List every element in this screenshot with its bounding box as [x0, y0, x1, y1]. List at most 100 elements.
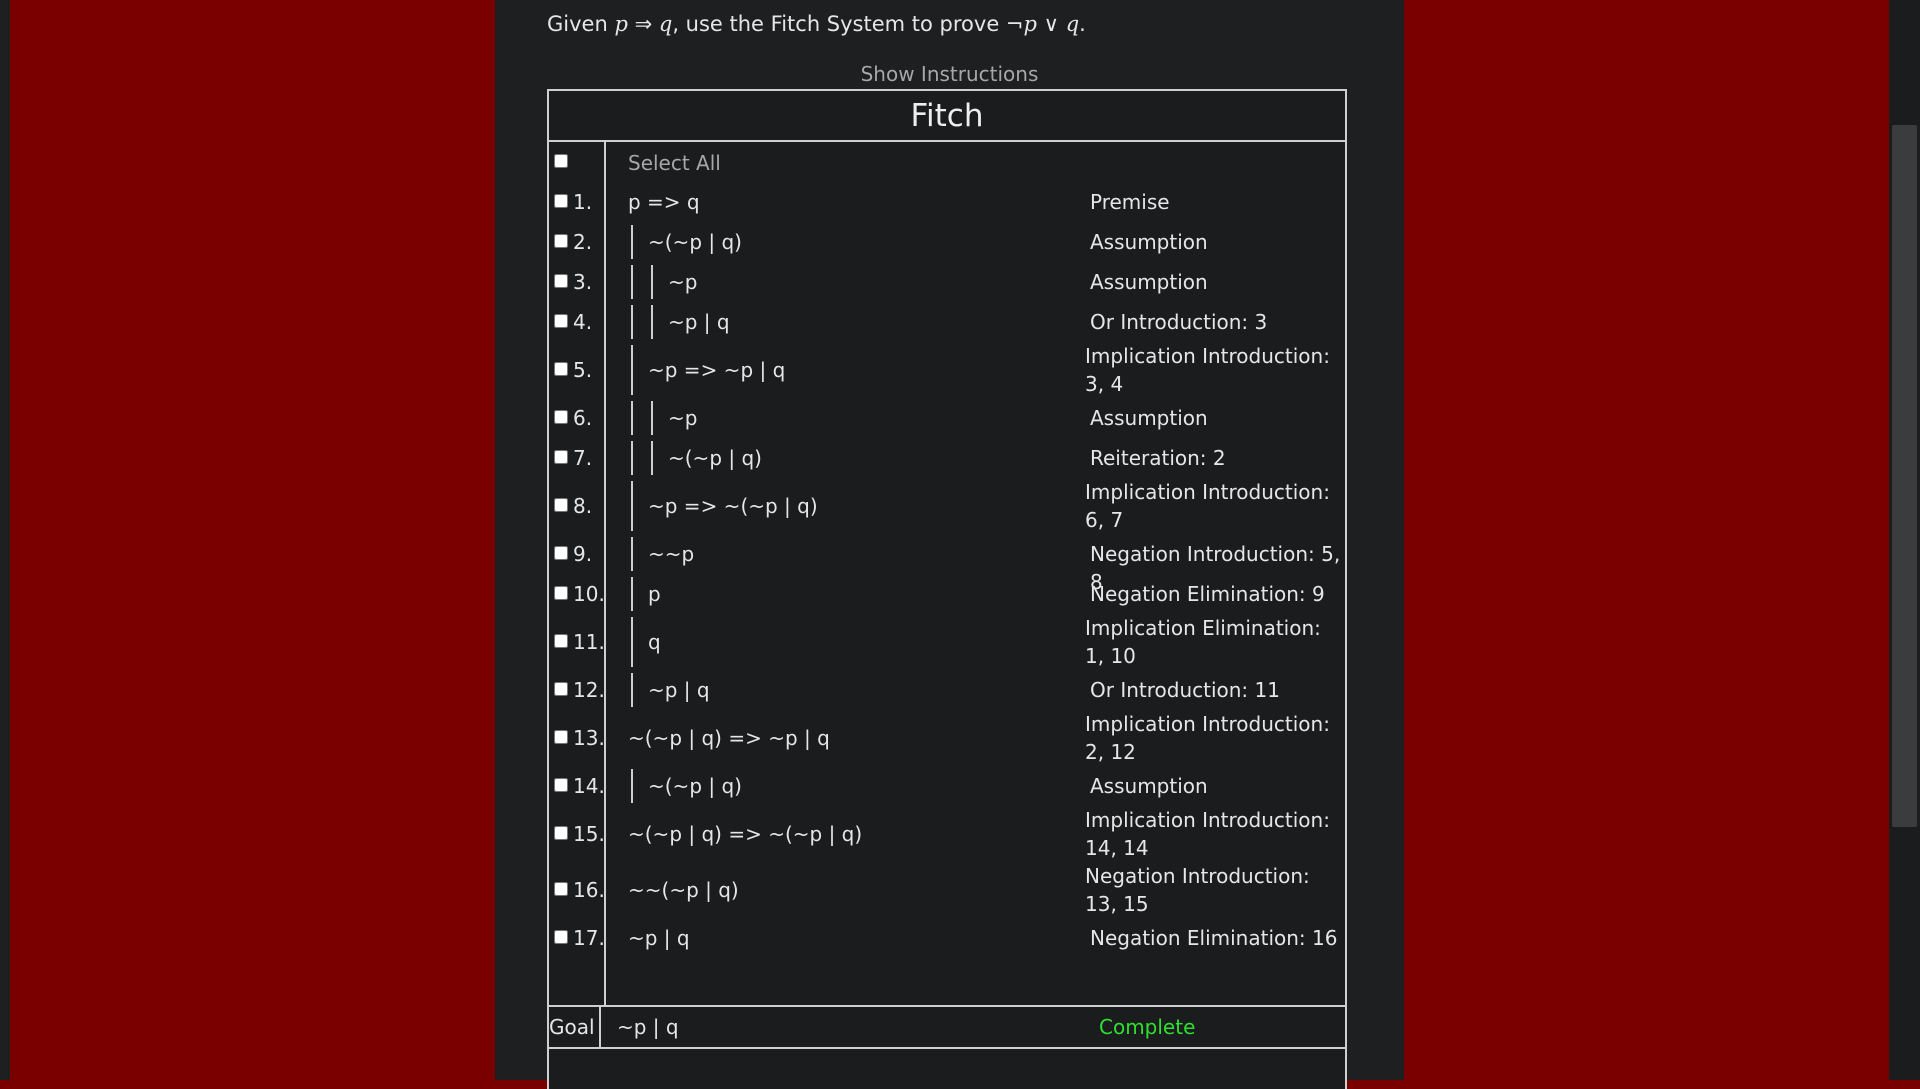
line-justification: Premise: [1090, 190, 1170, 214]
line-select-checkbox[interactable]: [554, 634, 568, 648]
line-formula[interactable]: ~p: [668, 406, 697, 430]
line-number: 17.: [573, 926, 605, 950]
line-formula[interactable]: ~(~p | q): [648, 230, 742, 254]
subproof-bar: [631, 305, 633, 339]
subproof-bar: [631, 481, 633, 531]
goal-label: Goal: [549, 1015, 595, 1039]
goal-row: Goal ~p | q Complete: [549, 1007, 1345, 1049]
select-all-label[interactable]: Select All: [628, 151, 721, 175]
line-formula[interactable]: p => q: [628, 190, 700, 214]
line-select-checkbox[interactable]: [554, 882, 568, 896]
subproof-bar: [631, 345, 633, 395]
proof-line: 2. ~(~p | q) Assumption: [549, 222, 1345, 262]
line-formula[interactable]: ~p => ~(~p | q): [648, 494, 818, 518]
proof-line: 4. ~p | q Or Introduction: 3: [549, 302, 1345, 342]
line-select-checkbox[interactable]: [554, 498, 568, 512]
subproof-bar: [631, 577, 633, 611]
line-formula[interactable]: ~p | q: [668, 310, 730, 334]
line-number: 16.: [573, 878, 605, 902]
subproof-bar: [631, 537, 633, 571]
line-select-checkbox[interactable]: [554, 362, 568, 376]
subproof-bar: [651, 305, 653, 339]
line-number: 12.: [573, 678, 605, 702]
line-justification: Negation Elimination: 9: [1090, 582, 1325, 606]
goal-divider: [599, 1007, 601, 1047]
line-formula[interactable]: ~(~p | q) => ~p | q: [628, 726, 830, 750]
proof-line: 10. p Negation Elimination: 9: [549, 574, 1345, 614]
line-select-checkbox[interactable]: [554, 778, 568, 792]
line-number: 4.: [573, 310, 593, 334]
proof-line: 5. ~p => ~p | q Implication Introduction: …: [549, 342, 1345, 398]
line-formula[interactable]: ~(~p | q): [648, 774, 742, 798]
subproof-bar: [631, 225, 633, 259]
line-select-checkbox[interactable]: [554, 930, 568, 944]
line-justification: Implication Introduction: 14, 14: [1085, 808, 1330, 860]
line-formula[interactable]: ~p | q: [648, 678, 710, 702]
line-select-checkbox[interactable]: [554, 410, 568, 424]
scroll-thumb[interactable]: [1892, 125, 1917, 827]
line-formula[interactable]: p: [648, 582, 661, 606]
line-select-checkbox[interactable]: [554, 234, 568, 248]
select-all-checkbox[interactable]: [554, 154, 568, 168]
line-select-checkbox[interactable]: [554, 546, 568, 560]
select-all-row: Select All: [549, 142, 1345, 182]
line-justification: Assumption: [1090, 230, 1208, 254]
proof-line: 1. p => q Premise: [549, 182, 1345, 222]
line-formula[interactable]: ~(~p | q): [668, 446, 762, 470]
line-justification: Negation Introduction: 13, 15: [1085, 864, 1310, 916]
line-select-checkbox[interactable]: [554, 450, 568, 464]
line-formula[interactable]: ~p | q: [628, 926, 690, 950]
line-number: 2.: [573, 230, 593, 254]
page-left-edge: [0, 0, 10, 1080]
proof-line: 9. ~~p Negation Introduction: 5, 8: [549, 534, 1345, 594]
line-number: 15.: [573, 822, 605, 846]
line-justification: Implication Introduction: 6, 7: [1085, 480, 1330, 532]
line-number: 13.: [573, 726, 605, 750]
subproof-bar: [631, 769, 633, 803]
subproof-bar: [631, 441, 633, 475]
fitch-proof-table: Fitch Select All 1. p => q Premise 2. ~(~p |…: [547, 89, 1347, 1089]
line-justification: Or Introduction: 11: [1090, 678, 1280, 702]
proof-rows: Select All 1. p => q Premise 2. ~(~p | q) Ass…: [549, 142, 1345, 1007]
subproof-bar: [651, 265, 653, 299]
line-formula[interactable]: ~(~p | q) => ~(~p | q): [628, 822, 862, 846]
fitch-title: Fitch: [549, 91, 1345, 142]
problem-statement: Given p ⇒ q, use the Fitch System to pro…: [547, 12, 1086, 36]
line-justification: Implication Introduction: 3, 4: [1085, 344, 1330, 396]
subproof-bar: [631, 401, 633, 435]
line-number: 14.: [573, 774, 605, 798]
line-select-checkbox[interactable]: [554, 730, 568, 744]
show-instructions-link[interactable]: Show Instructions: [495, 62, 1404, 86]
proof-line: 7. ~(~p | q) Reiteration: 2: [549, 438, 1345, 478]
main-panel: Given p ⇒ q, use the Fitch System to pro…: [495, 0, 1404, 1089]
line-justification: Assumption: [1090, 270, 1208, 294]
proof-line: 3. ~p Assumption: [549, 262, 1345, 302]
line-select-checkbox[interactable]: [554, 314, 568, 328]
scrollbar[interactable]: [1889, 0, 1920, 1080]
line-justification: Or Introduction: 3: [1090, 310, 1268, 334]
line-number: 5.: [573, 358, 593, 382]
line-select-checkbox[interactable]: [554, 194, 568, 208]
line-select-checkbox[interactable]: [554, 274, 568, 288]
line-formula[interactable]: ~p: [668, 270, 697, 294]
proof-line: 17. ~p | q Negation Elimination: 16: [549, 918, 1345, 958]
line-formula[interactable]: ~p => ~p | q: [648, 358, 785, 382]
subproof-bar: [651, 441, 653, 475]
line-formula[interactable]: ~~p: [648, 542, 694, 566]
subproof-bar: [631, 617, 633, 667]
line-number: 3.: [573, 270, 593, 294]
goal-formula: ~p | q: [617, 1015, 679, 1039]
line-select-checkbox[interactable]: [554, 682, 568, 696]
proof-line: 12. ~p | q Or Introduction: 11: [549, 670, 1345, 710]
line-formula[interactable]: q: [648, 630, 661, 654]
line-formula[interactable]: ~~(~p | q): [628, 878, 739, 902]
line-justification: Negation Elimination: 16: [1090, 926, 1338, 950]
proof-line: 11. q Implication Elimination: 1, 10: [549, 614, 1345, 670]
line-justification: Assumption: [1090, 406, 1208, 430]
proof-line: 14. ~(~p | q) Assumption: [549, 766, 1345, 806]
line-number: 8.: [573, 494, 593, 518]
line-select-checkbox[interactable]: [554, 826, 568, 840]
proof-line: 8. ~p => ~(~p | q) Implication Introductio…: [549, 478, 1345, 534]
line-number: 1.: [573, 190, 593, 214]
line-select-checkbox[interactable]: [554, 586, 568, 600]
